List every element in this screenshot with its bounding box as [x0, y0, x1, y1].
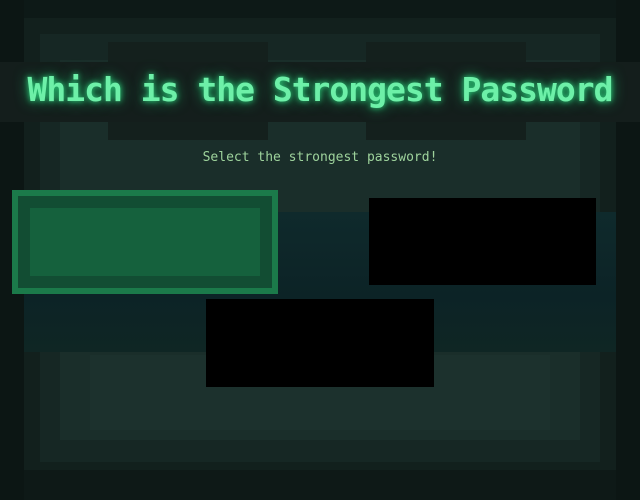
page-title: Which is the Strongest Password	[27, 70, 614, 109]
game-screen: Which is the Strongest Password Select t…	[0, 0, 640, 500]
background-floor	[0, 470, 640, 500]
password-option-3[interactable]	[206, 299, 434, 387]
password-option-1[interactable]	[12, 190, 278, 294]
password-option-2[interactable]	[369, 198, 596, 285]
instruction-text: Select the strongest password!	[202, 150, 438, 165]
